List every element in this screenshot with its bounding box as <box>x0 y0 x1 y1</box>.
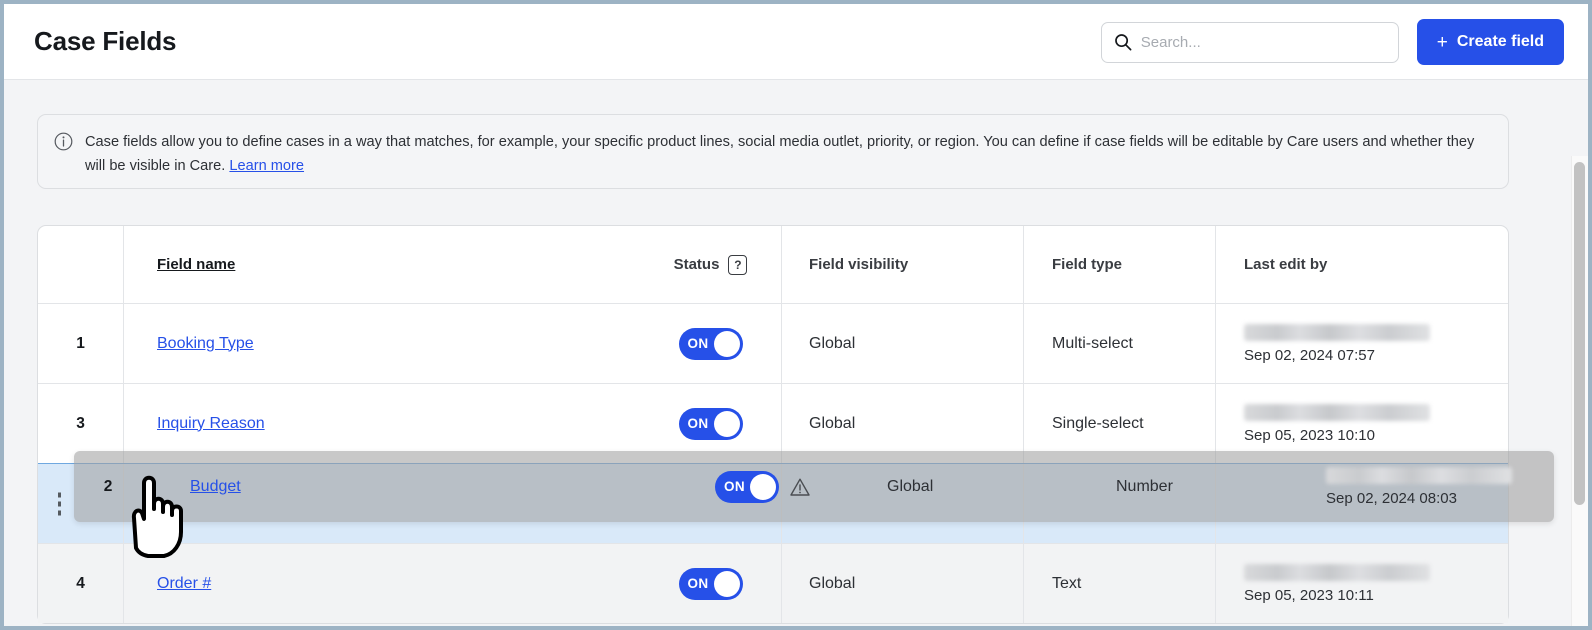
dragged-row-overlay[interactable]: 2 Budget ON Global Number Se <box>74 451 1554 522</box>
dragged-row-name-cell: Budget <box>142 478 672 496</box>
field-type-value: Single-select <box>1052 415 1144 433</box>
header-cell-last-edit-by: Last edit by <box>1215 226 1508 303</box>
header-cell-field-visibility: Field visibility <box>781 226 1023 303</box>
status-toggle[interactable]: ON <box>715 471 779 503</box>
case-fields-table: Field name Status ? Field visibility Fie… <box>37 225 1509 624</box>
search-box[interactable] <box>1101 22 1399 63</box>
toggle-knob <box>714 411 740 437</box>
field-type-value: Text <box>1052 575 1081 593</box>
row-index-cell: 1 <box>38 304 123 383</box>
field-name-link[interactable]: Inquiry Reason <box>157 415 265 433</box>
hand-pointer-cursor <box>116 462 206 558</box>
header-cell-status: Status ? <box>640 226 781 303</box>
content-area: Case fields allow you to define cases in… <box>4 80 1588 630</box>
row-type-cell: Text <box>1023 544 1215 623</box>
header-label-last-edit-by: Last edit by <box>1244 256 1327 273</box>
info-banner-text: Case fields allow you to define cases in… <box>85 130 1475 173</box>
row-field-name-cell: Booking Type <box>123 304 640 383</box>
table-header-row: Field name Status ? Field visibility Fie… <box>38 226 1508 303</box>
question-mark-icon[interactable]: ? <box>728 255 747 275</box>
search-input[interactable] <box>1141 34 1381 51</box>
header-cell-field-name[interactable]: Field name <box>123 226 640 303</box>
search-icon <box>1114 33 1132 51</box>
field-type-value: Multi-select <box>1052 335 1133 353</box>
info-circle-icon <box>54 132 73 151</box>
header-cell-index <box>38 226 123 303</box>
header-label-status: Status <box>674 256 720 273</box>
field-name-link[interactable]: Order # <box>157 575 211 593</box>
learn-more-link[interactable]: Learn more <box>229 158 304 174</box>
editor-name-redacted <box>1244 404 1430 421</box>
plus-icon: + <box>1437 33 1448 52</box>
page-header: Case Fields + Create field <box>4 4 1588 80</box>
field-visibility-value: Global <box>809 415 855 433</box>
editor-name-redacted <box>1244 324 1430 341</box>
create-field-label: Create field <box>1457 33 1544 51</box>
status-toggle-label: ON <box>724 479 745 494</box>
table-row[interactable]: 4 Order # ON Global Text <box>38 543 1508 623</box>
table-row[interactable]: 1 Booking Type ON Global Multi-select <box>38 303 1508 383</box>
last-edit-timestamp: Sep 05, 2023 10:11 <box>1244 587 1374 604</box>
row-index-cell: 4 <box>38 544 123 623</box>
dragged-row-last-edit-cell: Sep 02, 2024 08:03 <box>1276 467 1554 507</box>
field-type-value: Number <box>1116 478 1173 495</box>
create-field-button[interactable]: + Create field <box>1417 19 1564 65</box>
header-label-field-name: Field name <box>157 256 235 273</box>
status-toggle-label: ON <box>688 416 709 431</box>
toggle-knob <box>750 474 776 500</box>
status-toggle-label: ON <box>688 576 709 591</box>
vertical-scrollbar-track[interactable] <box>1571 156 1588 630</box>
editor-name-redacted <box>1244 564 1430 581</box>
row-status-cell: ON <box>640 304 781 383</box>
row-last-edit-cell: Sep 05, 2023 10:11 <box>1215 544 1508 623</box>
drag-handle-icon[interactable] <box>58 492 61 515</box>
header-actions: + Create field <box>1101 4 1564 80</box>
row-last-edit-cell: Sep 02, 2024 07:57 <box>1215 304 1508 383</box>
header-label-field-type: Field type <box>1052 256 1122 273</box>
app-window: Case Fields + Create field <box>0 0 1592 630</box>
warning-triangle-icon <box>789 476 811 498</box>
field-visibility-value: Global <box>809 575 855 593</box>
last-edit-timestamp: Sep 05, 2023 10:10 <box>1244 427 1375 444</box>
status-toggle[interactable]: ON <box>679 328 743 360</box>
field-visibility-value: Global <box>887 478 933 495</box>
row-index: 1 <box>76 335 85 353</box>
dragged-row-status-cell: ON <box>672 471 854 503</box>
vertical-scrollbar-thumb[interactable] <box>1574 162 1585 505</box>
toggle-knob <box>714 571 740 597</box>
row-status-cell: ON <box>640 544 781 623</box>
header-cell-field-type: Field type <box>1023 226 1215 303</box>
row-index: 3 <box>76 415 85 433</box>
last-edit-timestamp: Sep 02, 2024 08:03 <box>1326 490 1554 507</box>
status-toggle[interactable]: ON <box>679 568 743 600</box>
header-label-field-visibility: Field visibility <box>809 256 908 273</box>
status-toggle-label: ON <box>688 336 709 351</box>
status-toggle[interactable]: ON <box>679 408 743 440</box>
field-name-link[interactable]: Booking Type <box>157 335 254 353</box>
last-edit-timestamp: Sep 02, 2024 07:57 <box>1244 347 1375 364</box>
row-type-cell: Multi-select <box>1023 304 1215 383</box>
info-banner: Case fields allow you to define cases in… <box>37 114 1509 189</box>
editor-name-redacted <box>1326 467 1512 484</box>
dragged-row-visibility-cell: Global <box>854 478 1086 496</box>
row-visibility-cell: Global <box>781 304 1023 383</box>
row-visibility-cell: Global <box>781 544 1023 623</box>
field-visibility-value: Global <box>809 335 855 353</box>
row-index: 4 <box>76 575 85 593</box>
page-title: Case Fields <box>34 26 176 57</box>
toggle-knob <box>714 331 740 357</box>
dragged-row-type-cell: Number <box>1086 478 1276 496</box>
